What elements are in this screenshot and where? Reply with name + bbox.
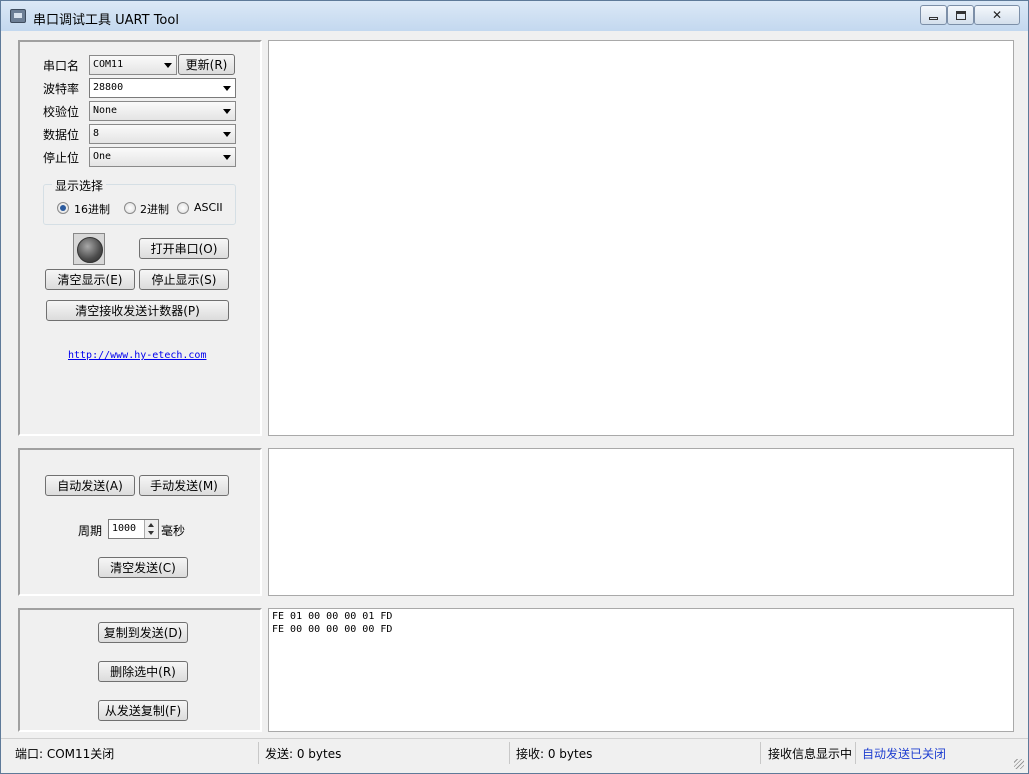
resize-grip-icon[interactable] bbox=[1014, 759, 1024, 769]
chevron-down-icon bbox=[223, 132, 231, 137]
radio-binary-label[interactable]: 2进制 bbox=[140, 201, 169, 217]
send-textarea[interactable] bbox=[268, 448, 1014, 596]
status-auto-send: 自动发送已关闭 bbox=[862, 747, 947, 761]
parity-label: 校验位 bbox=[43, 105, 80, 119]
arrow-up-icon bbox=[148, 523, 154, 527]
app-window: 串口调试工具 UART Tool ✕ 串口名 COM11 更新(R) 波特率 2… bbox=[0, 0, 1029, 774]
auto-send-button[interactable]: 自动发送(A) bbox=[45, 475, 135, 496]
list-item[interactable]: FE 00 00 00 00 00 FD bbox=[272, 624, 392, 635]
status-port: 端口: COM11关闭 bbox=[15, 747, 115, 761]
port-select[interactable]: COM11 bbox=[89, 55, 177, 75]
radio-hex-label[interactable]: 16进制 bbox=[74, 201, 110, 217]
databits-label: 数据位 bbox=[43, 128, 80, 142]
receive-textarea[interactable] bbox=[268, 40, 1014, 436]
maximize-icon bbox=[955, 10, 966, 20]
databits-value: 8 bbox=[93, 128, 100, 139]
refresh-button[interactable]: 更新(R) bbox=[178, 54, 235, 75]
minimize-icon bbox=[929, 16, 938, 20]
period-unit: 毫秒 bbox=[161, 524, 186, 538]
port-value: COM11 bbox=[93, 59, 124, 70]
history-panel: 复制到发送(D) 删除选中(R) 从发送复制(F) bbox=[18, 608, 262, 732]
stopbits-label: 停止位 bbox=[43, 151, 80, 165]
copy-from-send-button[interactable]: 从发送复制(F) bbox=[98, 700, 188, 721]
radio-ascii-label[interactable]: ASCII bbox=[194, 201, 223, 214]
app-icon bbox=[10, 9, 26, 23]
databits-select[interactable]: 8 bbox=[89, 124, 236, 144]
radio-hex[interactable] bbox=[57, 202, 69, 214]
baud-label: 波特率 bbox=[43, 82, 80, 96]
manual-send-button[interactable]: 手动发送(M) bbox=[139, 475, 229, 496]
chevron-down-icon bbox=[164, 63, 172, 68]
status-received: 接收: 0 bytes bbox=[516, 747, 593, 761]
stop-display-button[interactable]: 停止显示(S) bbox=[139, 269, 229, 290]
settings-panel: 串口名 COM11 更新(R) 波特率 28800 校验位 None 数据位 8… bbox=[18, 40, 262, 436]
baud-select[interactable]: 28800 bbox=[89, 78, 236, 98]
title-bar[interactable]: 串口调试工具 UART Tool ✕ bbox=[1, 1, 1028, 31]
period-label: 周期 bbox=[78, 524, 103, 538]
clear-display-button[interactable]: 清空显示(E) bbox=[45, 269, 135, 290]
history-list[interactable]: FE 01 00 00 00 01 FD FE 00 00 00 00 00 F… bbox=[268, 608, 1014, 732]
website-link[interactable]: http://www.hy-etech.com bbox=[68, 350, 206, 361]
status-rx-info: 接收信息显示中 bbox=[768, 747, 853, 761]
send-panel: 自动发送(A) 手动发送(M) 周期 1000 毫秒 清空发送(C) bbox=[18, 448, 262, 596]
chevron-down-icon bbox=[223, 86, 231, 91]
clear-counters-button[interactable]: 清空接收发送计数器(P) bbox=[46, 300, 229, 321]
period-value: 1000 bbox=[112, 523, 137, 534]
status-divider bbox=[509, 742, 510, 764]
radio-ascii[interactable] bbox=[177, 202, 189, 214]
minimize-button[interactable] bbox=[920, 5, 947, 25]
status-sent: 发送: 0 bytes bbox=[265, 747, 342, 761]
parity-select[interactable]: None bbox=[89, 101, 236, 121]
window-title: 串口调试工具 UART Tool bbox=[33, 13, 179, 28]
chevron-down-icon bbox=[223, 155, 231, 160]
status-bar: 端口: COM11关闭 发送: 0 bytes 接收: 0 bytes 接收信息… bbox=[1, 738, 1028, 773]
parity-value: None bbox=[93, 105, 118, 116]
port-status-led bbox=[73, 233, 105, 265]
clear-send-button[interactable]: 清空发送(C) bbox=[98, 557, 188, 578]
display-mode-title: 显示选择 bbox=[52, 177, 107, 194]
period-spinner[interactable] bbox=[144, 520, 158, 538]
arrow-down-icon bbox=[148, 531, 154, 535]
stopbits-value: One bbox=[93, 151, 112, 162]
copy-to-send-button[interactable]: 复制到发送(D) bbox=[98, 622, 188, 643]
display-mode-group: 显示选择 16进制 2进制 ASCII bbox=[43, 177, 236, 225]
close-icon: ✕ bbox=[991, 8, 1003, 22]
chevron-down-icon bbox=[223, 109, 231, 114]
status-divider bbox=[855, 742, 856, 764]
port-label: 串口名 bbox=[43, 59, 80, 73]
status-divider bbox=[258, 742, 259, 764]
open-port-button[interactable]: 打开串口(O) bbox=[139, 238, 229, 259]
maximize-button[interactable] bbox=[947, 5, 974, 25]
period-input[interactable]: 1000 bbox=[108, 519, 159, 539]
list-item[interactable]: FE 01 00 00 00 01 FD bbox=[272, 611, 392, 622]
status-divider bbox=[760, 742, 761, 764]
close-button[interactable]: ✕ bbox=[974, 5, 1020, 25]
stopbits-select[interactable]: One bbox=[89, 147, 236, 167]
radio-binary[interactable] bbox=[124, 202, 136, 214]
baud-value: 28800 bbox=[93, 82, 124, 93]
delete-selected-button[interactable]: 删除选中(R) bbox=[98, 661, 188, 682]
